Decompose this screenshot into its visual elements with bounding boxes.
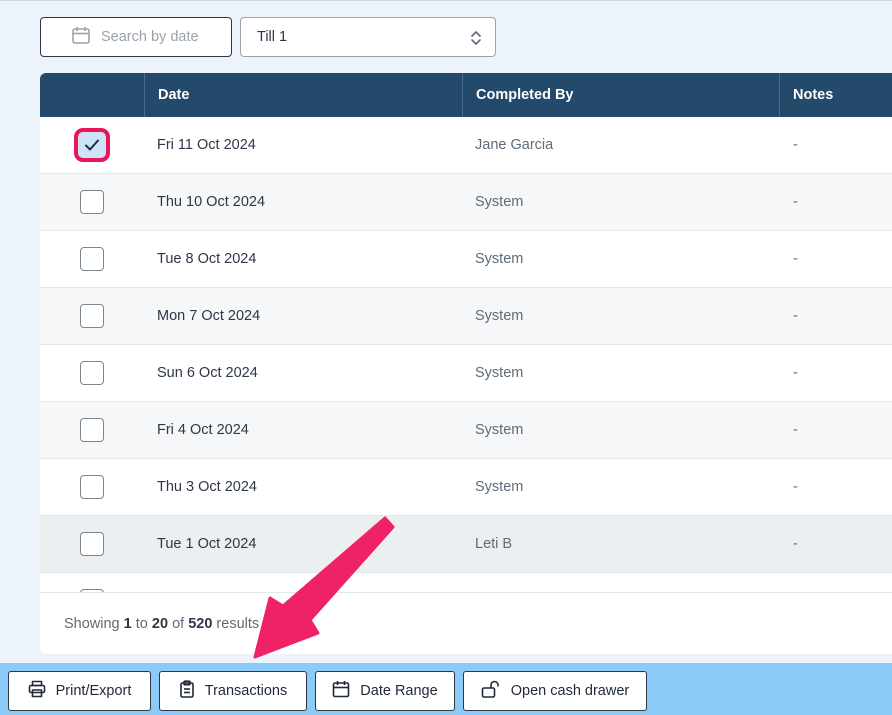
chevron-updown-icon — [469, 29, 483, 51]
row-notes: - — [793, 365, 798, 381]
row-date: Fri 4 Oct 2024 — [157, 422, 249, 438]
unlock-icon — [481, 680, 501, 702]
table-row[interactable]: Tue 8 Oct 2024 System - — [40, 231, 892, 288]
row-completed-by: System — [475, 479, 524, 495]
table-card: Date Completed By Notes Fri 11 Oct 2024 … — [40, 73, 892, 654]
header-select — [40, 73, 144, 117]
row-notes: - — [793, 194, 798, 210]
row-checkbox[interactable] — [80, 304, 104, 328]
row-notes: - — [793, 536, 798, 552]
row-date: Thu 10 Oct 2024 — [157, 194, 266, 210]
pagination-summary: Showing 1 to 20 of 520 results — [40, 592, 892, 654]
row-notes: - — [793, 251, 798, 267]
row-checkbox[interactable] — [80, 475, 104, 499]
table-row[interactable]: Thu 3 Oct 2024 System - — [40, 459, 892, 516]
pagination-total: 520 — [188, 615, 213, 632]
row-date: Mon 7 Oct 2024 — [157, 308, 261, 324]
transactions-button[interactable]: Transactions — [159, 671, 307, 711]
row-checkbox[interactable] — [80, 361, 104, 385]
row-date: Tue 8 Oct 2024 — [157, 251, 257, 267]
printer-icon — [28, 680, 46, 702]
row-notes: - — [793, 137, 798, 153]
clipboard-icon — [179, 680, 195, 702]
row-date: Fri 11 Oct 2024 — [157, 137, 256, 153]
row-checkbox[interactable] — [74, 128, 110, 162]
table-row[interactable]: Thu 10 Oct 2024 System - — [40, 174, 892, 231]
header-date[interactable]: Date — [144, 73, 462, 117]
row-checkbox[interactable] — [80, 532, 104, 556]
row-completed-by: System — [475, 194, 524, 210]
pagination-suffix: results — [216, 615, 260, 632]
row-completed-by: System — [475, 251, 524, 267]
pagination-from: 1 — [123, 615, 132, 632]
pagination-to-word: to — [135, 615, 148, 632]
bottom-toolbar: Print/Export Transactions Date Range Ope… — [0, 663, 892, 715]
calendar-icon — [71, 25, 91, 50]
row-completed-by: Jane Garcia — [475, 137, 554, 153]
date-search-placeholder: Search by date — [101, 29, 199, 45]
row-notes: - — [793, 308, 798, 324]
row-completed-by: System — [475, 308, 524, 324]
transactions-label: Transactions — [204, 683, 288, 699]
till-select[interactable]: Till 1 — [240, 17, 496, 57]
row-checkbox[interactable] — [80, 418, 104, 442]
date-range-label: Date Range — [360, 683, 438, 699]
date-search-input[interactable]: Search by date — [40, 17, 232, 57]
pagination-to: 20 — [151, 615, 169, 632]
row-completed-by: Leti B — [475, 536, 513, 552]
table-row[interactable]: Tue 1 Oct 2024 Leti B - — [40, 516, 892, 573]
header-completed-by[interactable]: Completed By — [462, 73, 779, 117]
row-notes: - — [793, 422, 798, 438]
row-date: Tue 1 Oct 2024 — [157, 536, 257, 552]
row-date: Thu 3 Oct 2024 — [157, 479, 257, 495]
open-cash-drawer-label: Open cash drawer — [510, 683, 630, 699]
calendar-icon — [332, 680, 350, 702]
row-checkbox[interactable] — [80, 190, 104, 214]
date-range-button[interactable]: Date Range — [315, 671, 455, 711]
table-row[interactable]: Mon 7 Oct 2024 System - — [40, 288, 892, 345]
table-row[interactable] — [40, 573, 892, 592]
row-date: Sun 6 Oct 2024 — [157, 365, 258, 381]
table-row[interactable]: Fri 4 Oct 2024 System - — [40, 402, 892, 459]
header-notes[interactable]: Notes — [779, 73, 892, 117]
till-select-value: Till 1 — [257, 29, 288, 45]
print-export-button[interactable]: Print/Export — [8, 671, 151, 711]
row-completed-by: System — [475, 365, 524, 381]
row-notes: - — [793, 479, 798, 495]
table-row[interactable]: Fri 11 Oct 2024 Jane Garcia - — [40, 117, 892, 174]
row-checkbox[interactable] — [80, 247, 104, 271]
top-divider — [0, 0, 892, 1]
pagination-prefix: Showing — [64, 615, 120, 632]
table-body: Fri 11 Oct 2024 Jane Garcia - Thu 10 Oct… — [40, 117, 892, 592]
row-completed-by: System — [475, 422, 524, 438]
print-export-label: Print/Export — [55, 683, 132, 699]
table-row[interactable]: Sun 6 Oct 2024 System - — [40, 345, 892, 402]
checkmark-icon — [85, 139, 99, 151]
pagination-of-word: of — [172, 615, 185, 632]
table-header: Date Completed By Notes — [40, 73, 892, 117]
open-cash-drawer-button[interactable]: Open cash drawer — [463, 671, 647, 711]
